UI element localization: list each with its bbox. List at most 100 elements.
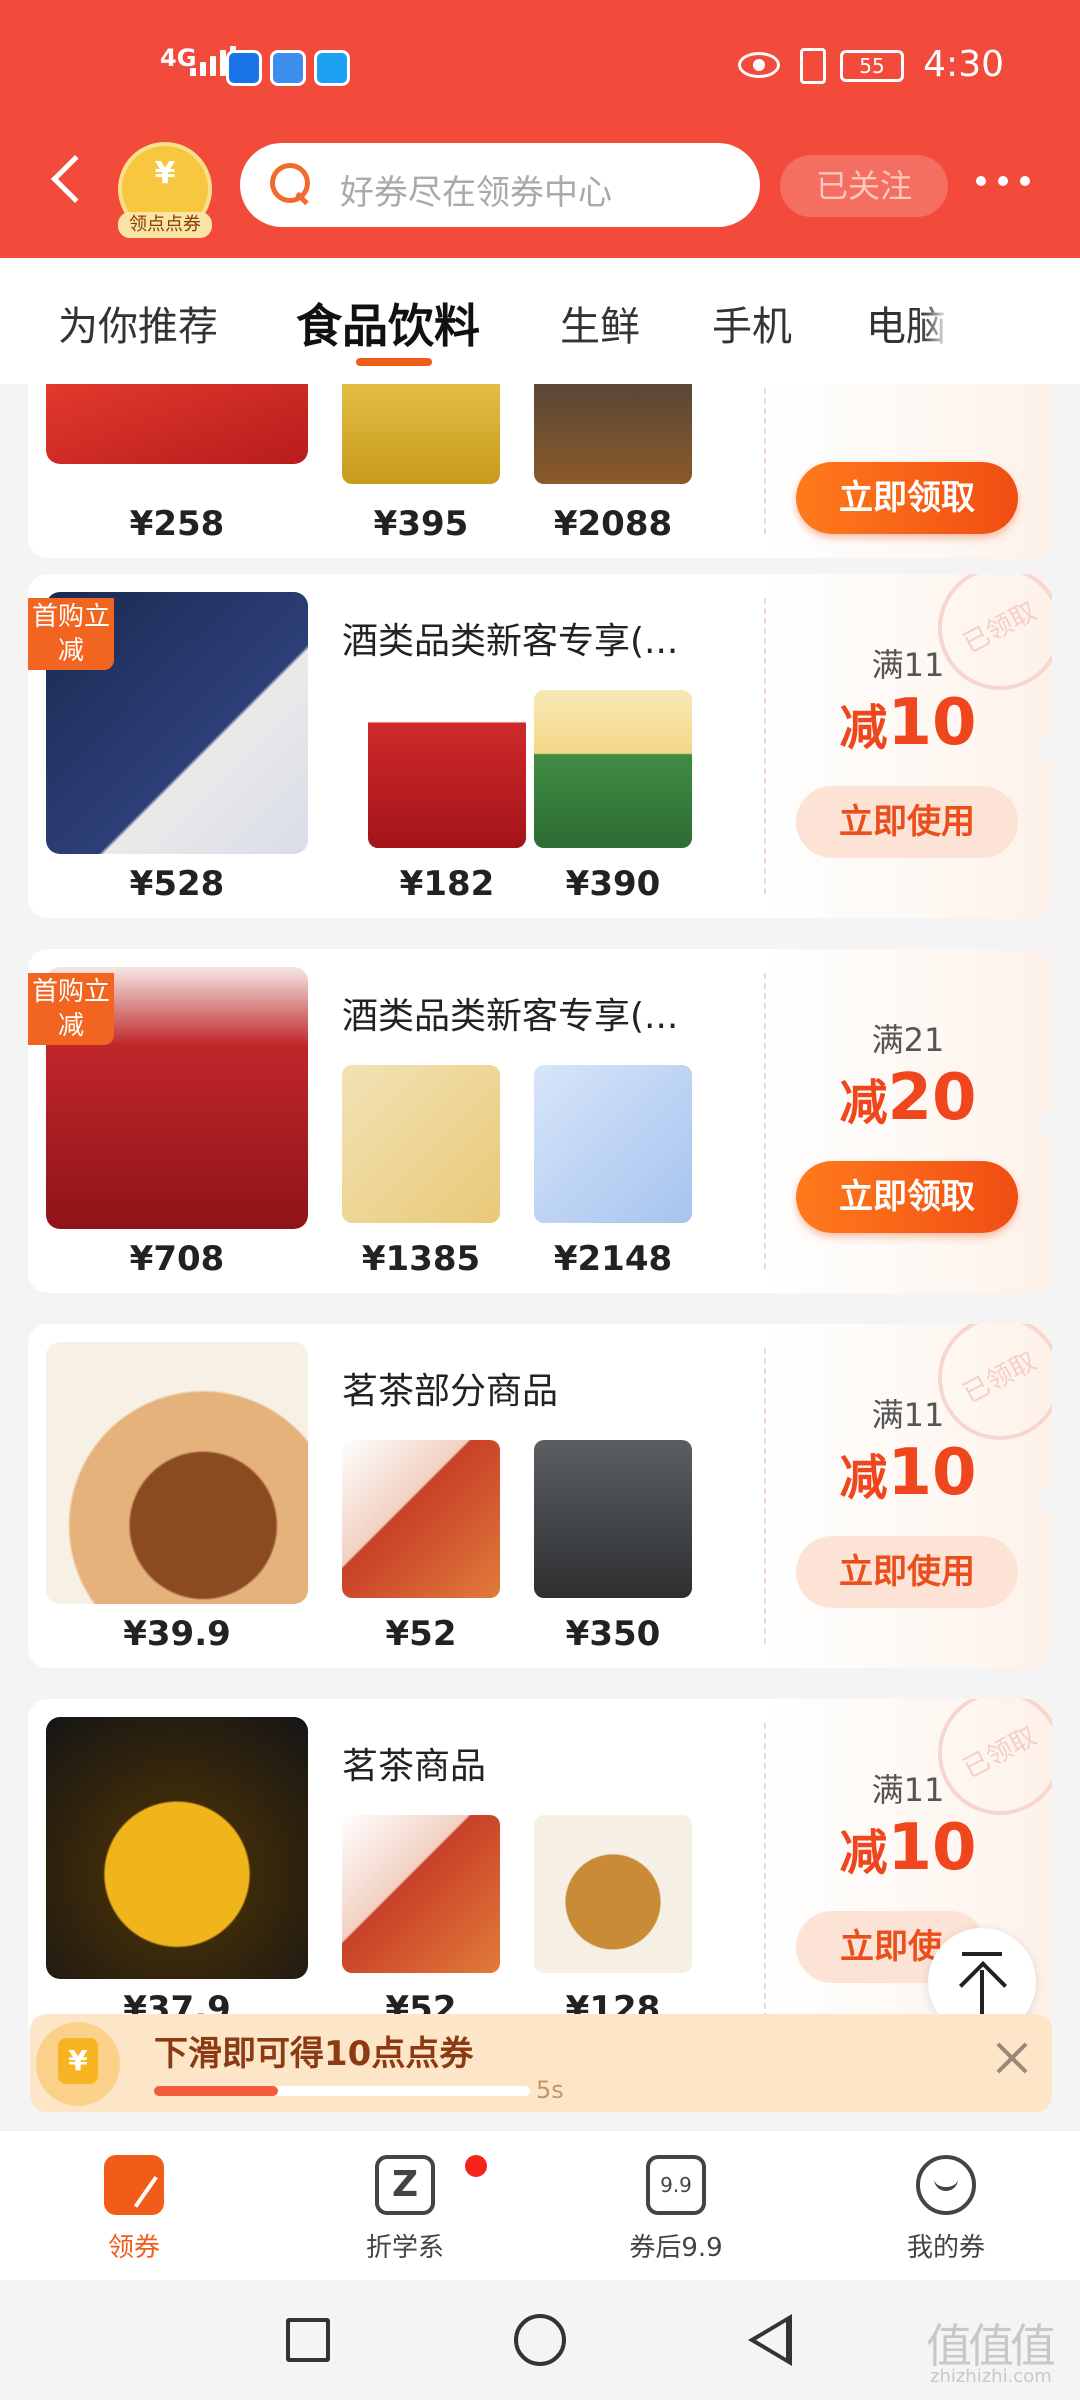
app-notification-icon — [226, 50, 262, 86]
nav-item-my-coupons[interactable]: 我的券 — [846, 2155, 1046, 2264]
product-thumbnail[interactable] — [534, 1440, 692, 1598]
product-price: ¥52 — [385, 1614, 457, 1654]
coupon-icon — [104, 2155, 164, 2215]
smile-icon — [916, 2155, 976, 2215]
system-nav-bar: 值值值 zhizhizhi.com — [0, 2280, 1080, 2400]
coupon-card: 首购立减 酒类品类新客专享(... ¥708 ¥1385 ¥2148 满21 减… — [28, 949, 1052, 1293]
watermark-domain: zhizhizhi.com — [930, 2366, 1052, 2387]
product-thumbnail[interactable] — [342, 1440, 500, 1598]
active-tab-indicator — [356, 358, 432, 366]
product-thumbnail[interactable] — [342, 1065, 500, 1223]
nav-label: 我的券 — [906, 2233, 985, 2263]
follow-button[interactable]: 已关注 — [780, 155, 948, 217]
nav-label: 折学系 — [365, 2233, 444, 2263]
product-thumbnail[interactable] — [534, 384, 692, 484]
vibrate-icon — [800, 48, 826, 84]
coupon-card: ¥258 ¥395 ¥2088 立即领取 — [28, 384, 1052, 558]
product-price: ¥1385 — [361, 1239, 481, 1279]
back-icon[interactable] — [50, 154, 100, 204]
reward-progress-bar — [154, 2086, 530, 2096]
scroll-reward-banner: 下滑即可得10点点券 5s — [30, 2014, 1052, 2112]
eye-comfort-icon — [738, 52, 780, 78]
nav-label: 券后9.9 — [629, 2233, 723, 2263]
product-price: ¥395 — [373, 504, 469, 544]
product-thumbnail[interactable] — [534, 690, 692, 848]
coupon-amount: 减20 — [839, 1061, 977, 1135]
tab-phone[interactable]: 手机 — [712, 294, 792, 352]
tab-computer[interactable]: 电脑 — [866, 294, 946, 352]
z-icon: Z — [375, 2155, 435, 2215]
coupon-condition: 满11 — [871, 1396, 945, 1434]
product-price: ¥39.9 — [123, 1614, 231, 1654]
coupon-list[interactable]: ¥258 ¥395 ¥2088 立即领取 已领取 首购立减 酒类品类新客专享(.… — [0, 384, 1080, 2130]
coupon-divider — [764, 384, 766, 534]
coupon-title: 酒类品类新客专享(... — [342, 621, 679, 662]
use-coupon-button[interactable]: 立即使用 — [796, 786, 1018, 858]
notification-dot — [465, 2155, 487, 2177]
recents-icon[interactable] — [286, 2318, 330, 2362]
product-price: ¥2148 — [553, 1239, 673, 1279]
back-nav-icon[interactable] — [748, 2314, 792, 2366]
product-thumbnail[interactable] — [534, 1815, 692, 1973]
coupon-divider — [764, 1723, 766, 2019]
first-purchase-badge: 首购立减 — [28, 598, 114, 670]
product-price: ¥258 — [129, 504, 225, 544]
bottom-nav: 领券 Z 折学系 9.9 券后9.9 我的券 — [0, 2130, 1080, 2280]
product-image[interactable] — [46, 384, 308, 464]
points-label: 领点点券 — [118, 212, 212, 238]
reward-countdown: 5s — [536, 2076, 564, 2104]
nav-item-coupons[interactable]: 领券 — [34, 2155, 234, 2264]
coupon-amount: 减10 — [839, 686, 977, 760]
search-icon — [270, 163, 310, 203]
tab-fresh[interactable]: 生鲜 — [560, 294, 640, 352]
coupon-card: 已领取 茗茶商品 ¥37.9 ¥52 ¥128 满11 减10 立即使 — [28, 1699, 1052, 2043]
coupon-divider — [764, 1348, 766, 1644]
nine-nine-icon: 9.9 — [646, 2155, 706, 2215]
tab-recommend[interactable]: 为你推荐 — [58, 294, 218, 352]
coupon-coin-icon — [36, 2022, 120, 2106]
product-price: ¥2088 — [553, 504, 673, 544]
battery-icon: 55 — [840, 50, 904, 82]
header-bar: 4G 55 4:30 ¥ 领点点券 好券尽在领券中心 已关注 — [0, 0, 1080, 258]
category-tabs: 为你推荐 食品饮料 生鲜 手机 电脑 — [0, 258, 1080, 384]
nav-item-after-coupon-9-9[interactable]: 9.9 券后9.9 — [576, 2155, 776, 2264]
coupon-condition: 满21 — [871, 1021, 945, 1059]
more-icon[interactable] — [976, 176, 1036, 188]
coupon-amount: 减10 — [839, 1811, 977, 1885]
coupon-divider — [764, 973, 766, 1269]
claim-coupon-button[interactable]: 立即领取 — [796, 462, 1018, 534]
tabs-expand-button[interactable] — [950, 258, 1080, 384]
coupon-title: 茗茶商品 — [342, 1746, 487, 1787]
product-thumbnail[interactable] — [368, 690, 526, 848]
product-price: ¥528 — [129, 864, 225, 904]
close-icon[interactable] — [990, 2038, 1036, 2084]
nav-item-zhexuexi[interactable]: Z 折学系 — [305, 2155, 505, 2264]
nav-label: 领券 — [107, 2233, 160, 2263]
coupon-title: 茗茶部分商品 — [342, 1371, 559, 1412]
search-placeholder: 好券尽在领券中心 — [340, 173, 612, 213]
points-coupon-button[interactable]: ¥ 领点点券 — [118, 142, 212, 238]
use-coupon-button[interactable]: 立即使用 — [796, 1536, 1018, 1608]
search-input[interactable]: 好券尽在领券中心 — [240, 143, 760, 227]
clock: 4:30 — [923, 44, 1004, 85]
product-thumbnail[interactable] — [534, 1065, 692, 1223]
tab-food-drink[interactable]: 食品饮料 — [296, 290, 480, 356]
product-price: ¥350 — [565, 1614, 661, 1654]
product-price: ¥708 — [129, 1239, 225, 1279]
coupon-condition: 满11 — [871, 1771, 945, 1809]
product-image[interactable] — [46, 1342, 308, 1604]
coupon-card: 已领取 首购立减 酒类品类新客专享(... ¥528 ¥182 ¥390 满11… — [28, 574, 1052, 918]
product-thumbnail[interactable] — [342, 1815, 500, 1973]
coupon-title: 酒类品类新客专享(... — [342, 996, 679, 1037]
reward-text: 下滑即可得10点点券 — [154, 2034, 474, 2074]
coupon-card: 已领取 茗茶部分商品 ¥39.9 ¥52 ¥350 满11 减10 立即使用 — [28, 1324, 1052, 1668]
product-thumbnail[interactable] — [342, 384, 500, 484]
first-purchase-badge: 首购立减 — [28, 973, 114, 1045]
product-image[interactable] — [46, 1717, 308, 1979]
app-notification-icon — [270, 50, 306, 86]
reward-progress-fill — [154, 2086, 279, 2096]
home-icon[interactable] — [514, 2314, 566, 2366]
status-bar: 4G 55 4:30 — [0, 38, 1080, 98]
claim-coupon-button[interactable]: 立即领取 — [796, 1161, 1018, 1233]
product-price: ¥390 — [565, 864, 661, 904]
